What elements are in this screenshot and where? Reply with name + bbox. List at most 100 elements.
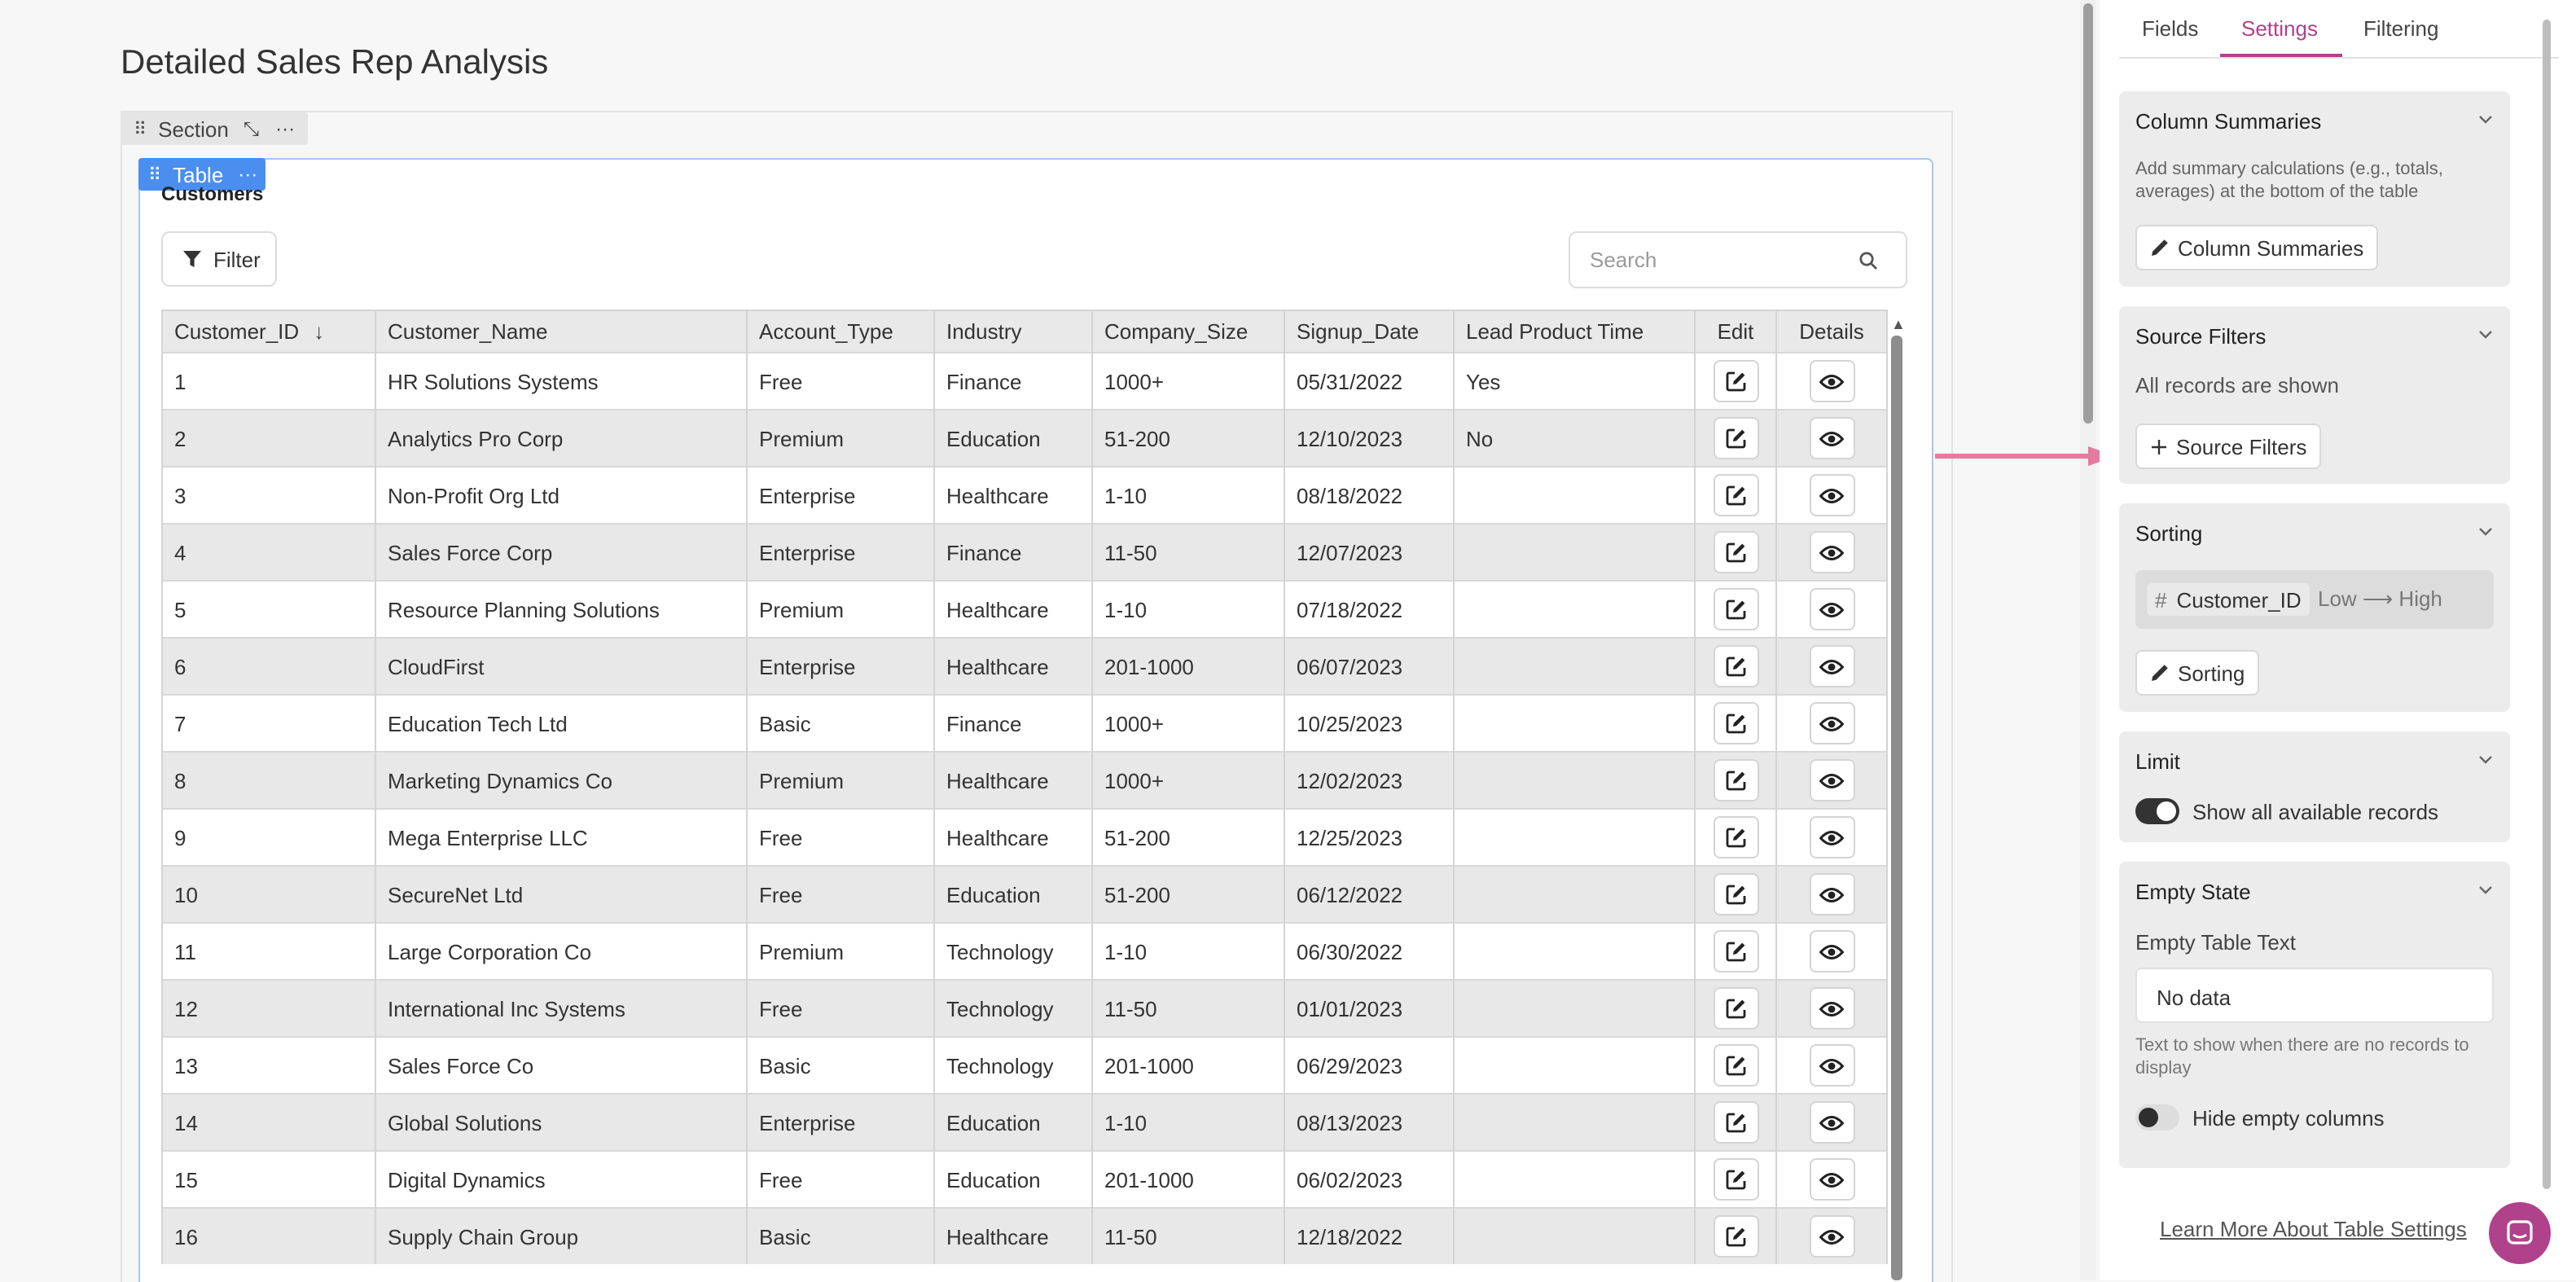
table-row[interactable]: 8 Marketing Dynamics Co Premium Healthcare 1…	[161, 751, 1888, 809]
collapse-icon[interactable]: ⤡	[244, 116, 259, 141]
column-summaries-header: Column Summaries	[2135, 109, 2322, 134]
tab-filtering[interactable]: Filtering	[2363, 16, 2439, 41]
eye-icon[interactable]	[1809, 702, 1854, 744]
edit-icon[interactable]	[1713, 930, 1758, 972]
edit-icon[interactable]	[1713, 873, 1758, 915]
eye-icon[interactable]	[1809, 360, 1854, 402]
eye-icon[interactable]	[1809, 474, 1854, 516]
sort-rule[interactable]: # Customer_ID Low ⟶ High	[2135, 570, 2494, 629]
table-row[interactable]: 14 Global Solutions Enterprise Education 1-1…	[161, 1093, 1888, 1151]
chevron-down-icon[interactable]	[2477, 881, 2494, 898]
edit-icon[interactable]	[1713, 1215, 1758, 1258]
column-header[interactable]: Details	[1776, 310, 1888, 353]
page-title: Detailed Sales Rep Analysis	[121, 44, 549, 81]
more-icon[interactable]: ···	[275, 117, 295, 140]
table-row[interactable]: 6 CloudFirst Enterprise Healthcare 201-1000 0…	[161, 637, 1888, 695]
tab-fields[interactable]: Fields	[2142, 16, 2198, 41]
panel-scrollbar[interactable]	[2539, 0, 2556, 1280]
table-scrollbar-thumb[interactable]	[1891, 336, 1902, 1280]
table-row[interactable]: 4 Sales Force Corp Enterprise Finance 11-50 1…	[161, 523, 1888, 581]
chevron-down-icon[interactable]	[2477, 326, 2494, 342]
edit-icon[interactable]	[1713, 987, 1758, 1030]
filter-button[interactable]: Filter	[161, 231, 277, 287]
table-cell: Finance	[934, 523, 1093, 581]
column-header[interactable]: Account_Type	[747, 310, 935, 353]
table-row[interactable]: 5 Resource Planning Solutions Premium Healt…	[161, 580, 1888, 638]
search-input[interactable]	[1586, 246, 1854, 274]
main-scrollbar[interactable]	[2080, 0, 2096, 1280]
search-field[interactable]	[1569, 231, 1907, 288]
edit-icon[interactable]	[1713, 417, 1758, 459]
eye-icon[interactable]	[1809, 930, 1854, 972]
table-row[interactable]: 7 Education Tech Ltd Basic Finance 1000+ 10/2…	[161, 694, 1888, 752]
table-row[interactable]: 12 International Inc Systems Free Technolog…	[161, 979, 1888, 1037]
chat-support-button[interactable]	[2484, 1197, 2556, 1269]
eye-icon[interactable]	[1809, 1101, 1854, 1144]
column-header[interactable]: Lead Product Time	[1454, 310, 1696, 353]
table-scrollbar[interactable]: ▲	[1888, 313, 1907, 1280]
eye-icon[interactable]	[1809, 873, 1854, 915]
main-scrollbar-thumb[interactable]	[2083, 3, 2093, 424]
chevron-down-icon[interactable]	[2477, 751, 2494, 767]
drag-handle-icon[interactable]: ⠿	[148, 164, 161, 185]
column-header[interactable]: Edit	[1695, 310, 1777, 353]
edit-icon[interactable]	[1713, 816, 1758, 858]
eye-icon[interactable]	[1809, 1044, 1854, 1087]
eye-icon[interactable]	[1809, 1215, 1854, 1258]
table-cell: Education	[934, 1093, 1093, 1151]
table-cell: Premium	[747, 922, 935, 980]
edit-icon[interactable]	[1713, 531, 1758, 573]
eye-icon[interactable]	[1809, 816, 1854, 858]
table-row[interactable]: 10 SecureNet Ltd Free Education 51-200 06/12/…	[161, 865, 1888, 923]
eye-icon[interactable]	[1809, 645, 1854, 687]
column-summaries-button[interactable]: Column Summaries	[2135, 225, 2379, 270]
table-row[interactable]: 15 Digital Dynamics Free Education 201-1000 0…	[161, 1150, 1888, 1208]
edit-icon[interactable]	[1713, 474, 1758, 516]
table-row[interactable]: 1 HR Solutions Systems Free Finance 1000+ 05/…	[161, 352, 1888, 410]
table-cell: 11	[161, 922, 376, 980]
empty-table-text-input[interactable]	[2153, 984, 2469, 1012]
tab-settings[interactable]: Settings	[2241, 16, 2318, 41]
column-header[interactable]: Company_Size	[1092, 310, 1285, 353]
column-header[interactable]: Customer_Name	[375, 310, 748, 353]
scroll-up-arrow-icon[interactable]: ▲	[1891, 316, 1906, 332]
edit-icon[interactable]	[1713, 1044, 1758, 1087]
section-toolbar[interactable]: ⠿ Section ⤡ ···	[121, 112, 308, 145]
hide-empty-columns-toggle[interactable]	[2135, 1104, 2179, 1131]
table-row[interactable]: 16 Supply Chain Group Basic Healthcare 11-50…	[161, 1207, 1888, 1264]
column-header[interactable]: Industry	[934, 310, 1093, 353]
eye-icon[interactable]	[1809, 531, 1854, 573]
add-source-filters-button[interactable]: Source Filters	[2135, 424, 2322, 469]
table-row[interactable]: 2 Analytics Pro Corp Premium Education 51-20…	[161, 409, 1888, 467]
edit-icon[interactable]	[1713, 759, 1758, 801]
edit-icon[interactable]	[1713, 588, 1758, 630]
edit-icon[interactable]	[1713, 360, 1758, 402]
eye-icon[interactable]	[1809, 987, 1854, 1030]
sort-field-chip[interactable]: # Customer_ID	[2147, 583, 2310, 616]
empty-table-text-field[interactable]	[2135, 968, 2494, 1023]
column-header[interactable]: Signup_Date	[1284, 310, 1455, 353]
table-row[interactable]: 11 Large Corporation Co Premium Technology 1…	[161, 922, 1888, 980]
edit-icon[interactable]	[1713, 1158, 1758, 1201]
table-cell: 1-10	[1092, 466, 1285, 524]
panel-scrollbar-thumb[interactable]	[2543, 20, 2551, 1189]
table-row[interactable]: 3 Non-Profit Org Ltd Enterprise Healthcare 1…	[161, 466, 1888, 524]
learn-more-link[interactable]: Learn More About Table Settings	[2160, 1217, 2467, 1241]
table-row[interactable]: 9 Mega Enterprise LLC Free Healthcare 51-200…	[161, 808, 1888, 866]
search-icon[interactable]	[1858, 251, 1878, 270]
eye-icon[interactable]	[1809, 417, 1854, 459]
eye-icon[interactable]	[1809, 1158, 1854, 1201]
chevron-down-icon[interactable]	[2477, 111, 2494, 127]
edit-sorting-button[interactable]: Sorting	[2135, 650, 2260, 696]
edit-icon[interactable]	[1713, 645, 1758, 687]
eye-icon[interactable]	[1809, 588, 1854, 630]
edit-icon[interactable]	[1713, 702, 1758, 744]
drag-handle-icon[interactable]: ⠿	[134, 118, 147, 139]
column-header[interactable]: Customer_ID ↓	[161, 310, 376, 353]
chevron-down-icon[interactable]	[2477, 523, 2494, 539]
show-all-records-toggle[interactable]	[2135, 798, 2179, 824]
edit-icon[interactable]	[1713, 1101, 1758, 1144]
sort-descending-arrow-icon[interactable]: ↓	[314, 319, 324, 344]
eye-icon[interactable]	[1809, 759, 1854, 801]
table-row[interactable]: 13 Sales Force Co Basic Technology 201-1000 0…	[161, 1036, 1888, 1094]
